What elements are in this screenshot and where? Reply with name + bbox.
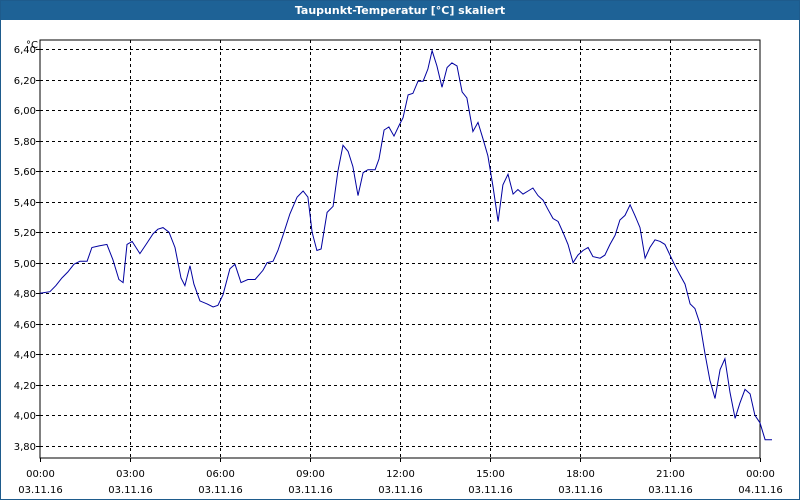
x-tick-label-time: 21:00 — [656, 469, 685, 480]
x-tick-label-time: 00:00 — [746, 469, 775, 480]
chart-plot: 3,80 4,00 4,20 4,40 4,60 4,80 5,00 5,20 5,40 5,60… — [14, 39, 783, 496]
x-tick-label-time: 00:00 — [26, 469, 55, 480]
y-axis-ticks: 3,80 4,00 4,20 4,40 4,60 4,80 5,00 5,20 5,40 5,60… — [14, 45, 40, 453]
x-tick-label-date: 03.11.16 — [558, 485, 603, 496]
y-tick-label: 5,80 — [14, 137, 36, 148]
x-axis-ticks: 00:00 03.11.16 03:00 03.11.16 06:00 03.11.16 0… — [18, 458, 783, 496]
x-tick-label-date: 03.11.16 — [198, 485, 243, 496]
x-tick-label-date: 03.11.16 — [378, 485, 423, 496]
x-tick-label-date: 03.11.16 — [468, 485, 513, 496]
y-tick-label: 6,20 — [14, 76, 36, 87]
x-tick-label-time: 03:00 — [116, 469, 145, 480]
y-tick-label: 5,00 — [14, 259, 36, 270]
y-tick-label: 5,60 — [14, 167, 36, 178]
y-tick-label: 5,20 — [14, 228, 36, 239]
y-tick-label: 6,00 — [14, 106, 36, 117]
y-tick-label: 4,40 — [14, 350, 36, 361]
x-tick-label-date: 03.11.16 — [648, 485, 693, 496]
y-tick-label: 5,40 — [14, 198, 36, 209]
y-tick-label: 4,00 — [14, 411, 36, 422]
x-tick-label-date: 03.11.16 — [288, 485, 333, 496]
x-tick-label-date: 03.11.16 — [108, 485, 153, 496]
y-tick-label: 4,80 — [14, 289, 36, 300]
y-axis-unit-label: °C — [26, 40, 38, 51]
x-tick-label-time: 18:00 — [566, 469, 595, 480]
x-tick-label-date: 04.11.16 — [738, 485, 783, 496]
x-tick-label-time: 06:00 — [206, 469, 235, 480]
y-tick-label: 4,20 — [14, 381, 36, 392]
y-tick-label: 3,80 — [14, 442, 36, 453]
y-tick-label: 4,60 — [14, 320, 36, 331]
x-tick-label-time: 12:00 — [386, 469, 415, 480]
x-tick-label-time: 09:00 — [296, 469, 325, 480]
x-tick-label-time: 15:00 — [476, 469, 505, 480]
x-tick-label-date: 03.11.16 — [18, 485, 63, 496]
